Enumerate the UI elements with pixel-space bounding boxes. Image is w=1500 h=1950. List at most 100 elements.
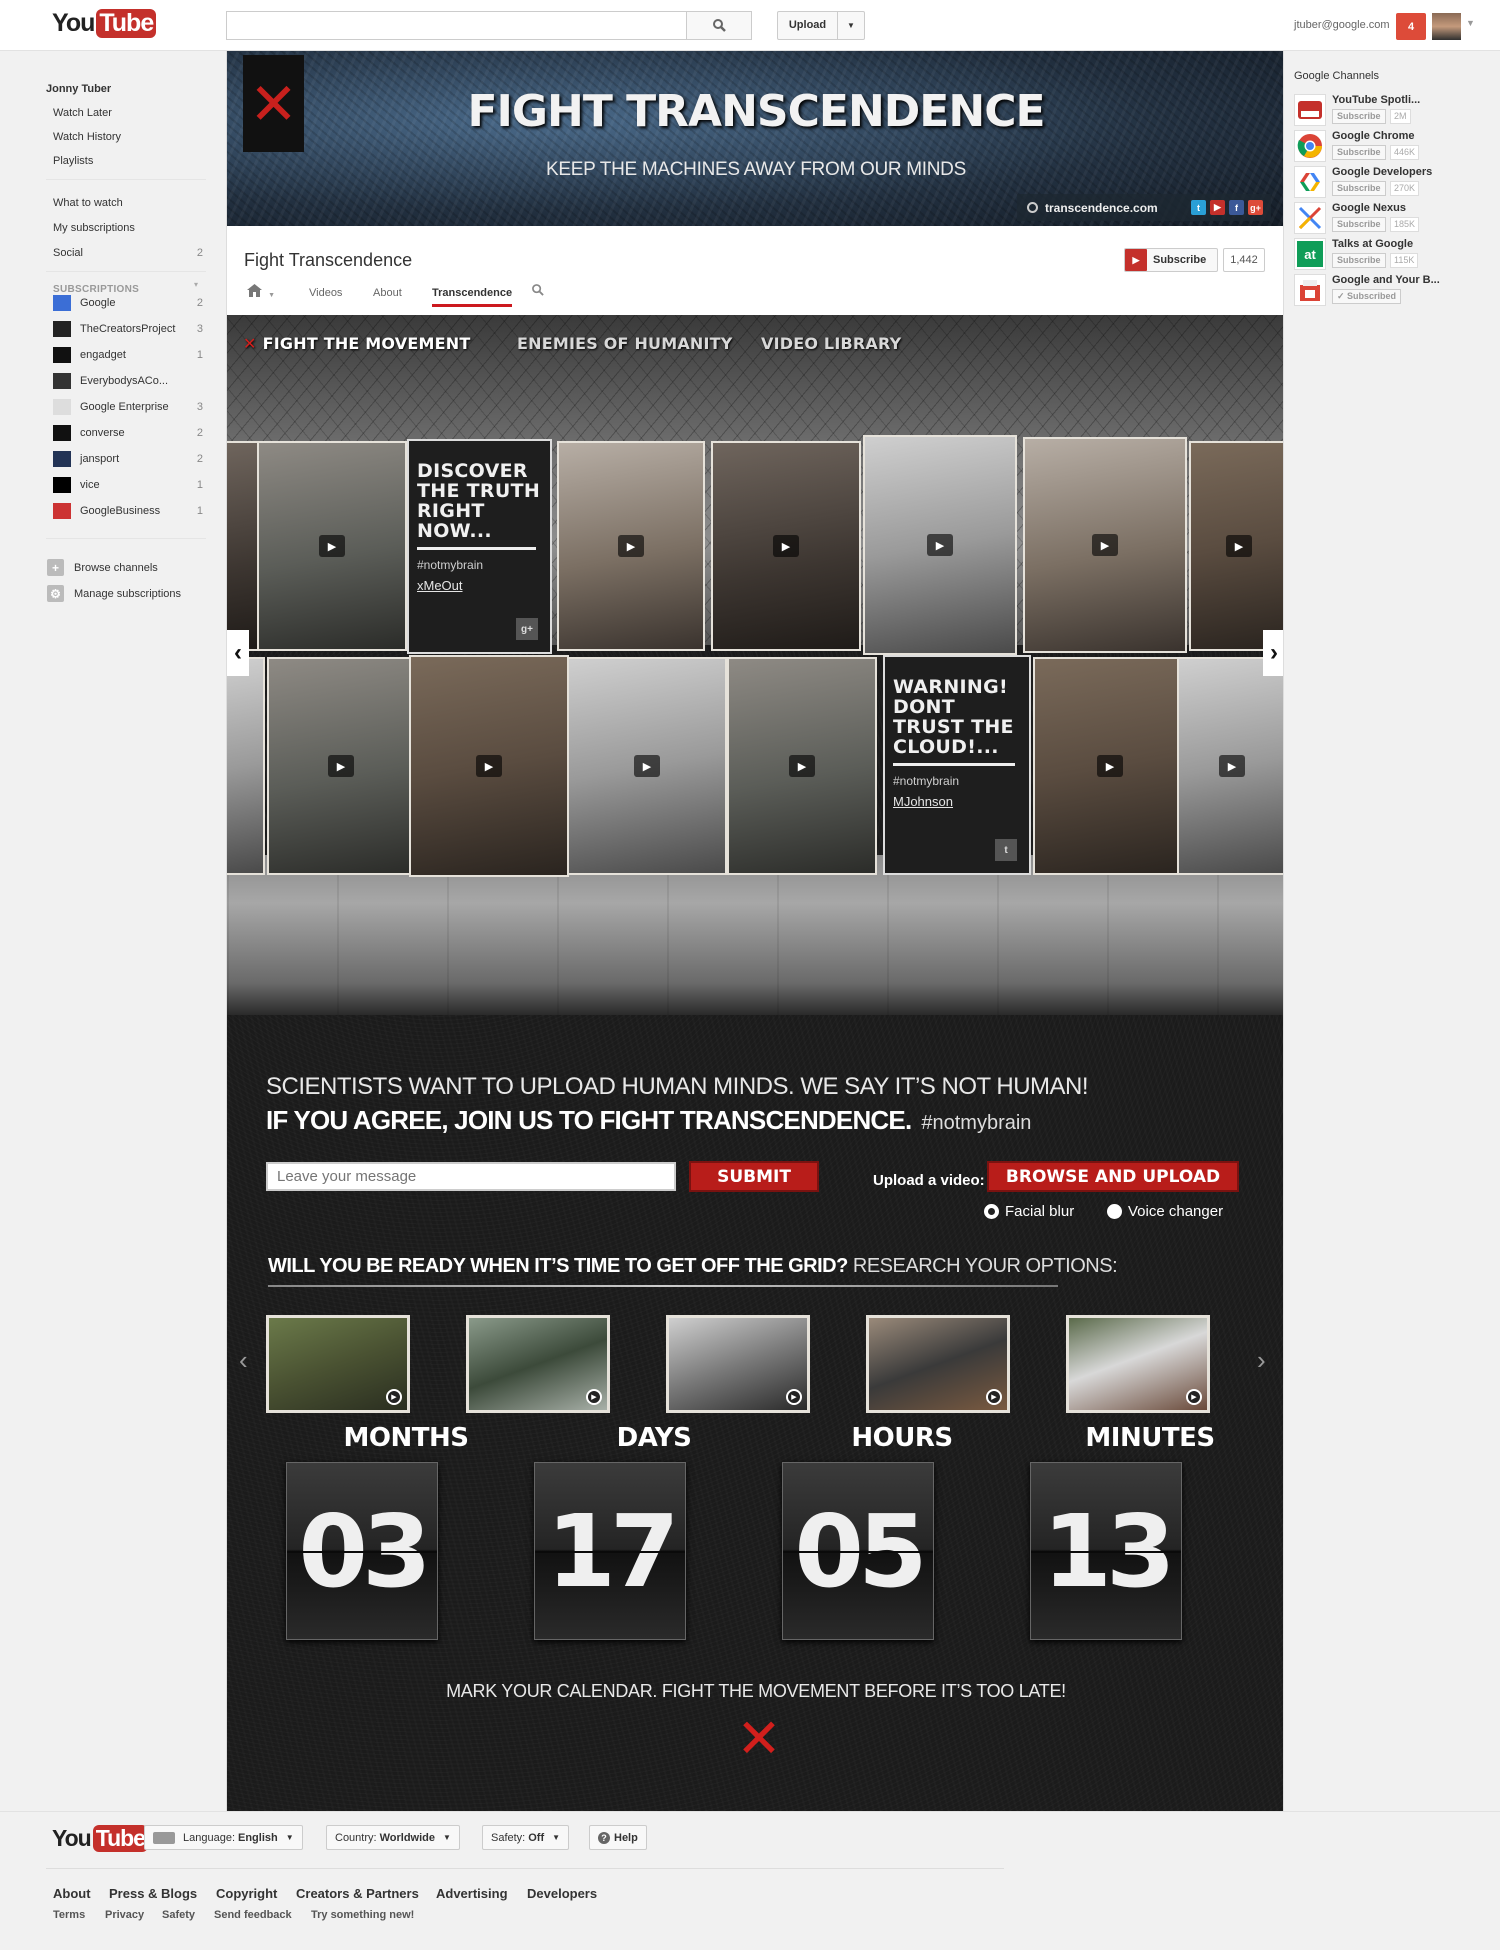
footer-link[interactable]: Safety	[162, 1909, 195, 1921]
google-business-logo[interactable]	[1294, 274, 1326, 306]
footer-link[interactable]: Creators & Partners	[296, 1886, 419, 1901]
guide-my-subscriptions[interactable]: My subscriptions	[53, 222, 135, 234]
manage-subscriptions-link[interactable]: ⚙ Manage subscriptions	[47, 585, 181, 602]
related-channel-item[interactable]: YouTube Spotli... Subscribe 2M	[1294, 94, 1494, 130]
video-tile[interactable]: ▶	[1189, 441, 1283, 651]
option-video-thumbnail[interactable]: ▶	[866, 1315, 1010, 1413]
footer-link[interactable]: Privacy	[105, 1909, 144, 1921]
twitter-icon[interactable]: t	[1191, 200, 1206, 215]
app-nav-video-library[interactable]: VIDEO LIBRARY	[761, 334, 901, 353]
footer-link[interactable]: Try something new!	[311, 1909, 414, 1921]
related-channel-name[interactable]: Google and Your B...	[1332, 274, 1440, 286]
account-email[interactable]: jtuber@google.com	[1294, 19, 1390, 31]
related-channel-name[interactable]: Google Chrome	[1332, 130, 1415, 142]
guide-what-to-watch[interactable]: What to watch	[53, 197, 123, 209]
submit-button[interactable]: SUBMIT	[689, 1161, 819, 1192]
tab-home[interactable]: ▼	[247, 284, 275, 300]
video-tile[interactable]: ▶	[711, 441, 861, 651]
option-video-thumbnail[interactable]: ▶	[466, 1315, 610, 1413]
subscription-item[interactable]: GoogleBusiness 1	[53, 502, 203, 520]
carousel-next-arrow[interactable]: ›	[1263, 630, 1283, 676]
nexus-logo[interactable]	[1294, 202, 1326, 234]
carousel-prev-arrow[interactable]: ‹	[227, 630, 249, 676]
options-prev-arrow[interactable]: ‹	[239, 1345, 248, 1376]
upload-button[interactable]: Upload ▼	[777, 11, 865, 40]
subscribe-button[interactable]: ▶ Subscribe	[1124, 248, 1218, 272]
browse-and-upload-button[interactable]: BROWSE AND UPLOAD	[987, 1161, 1239, 1192]
notification-badge[interactable]: 4	[1396, 13, 1426, 40]
subscription-item[interactable]: Google Enterprise 3	[53, 398, 203, 416]
subscription-item[interactable]: EverybodysACo...	[53, 372, 203, 390]
youtube-icon[interactable]: ▶	[1210, 200, 1225, 215]
message-card[interactable]: DISCOVER THE TRUTH RIGHT NOW... #notmybr…	[407, 439, 552, 654]
video-tile[interactable]: ▶	[1023, 437, 1187, 653]
subscription-item[interactable]: engadget 1	[53, 346, 203, 364]
subscription-item[interactable]: vice 1	[53, 476, 203, 494]
tab-search[interactable]	[532, 284, 544, 299]
subscription-item[interactable]: Google 2	[53, 294, 203, 312]
related-channel-item[interactable]: Google Developers Subscribe 270K	[1294, 166, 1494, 202]
footer-link[interactable]: Copyright	[216, 1886, 277, 1901]
app-nav-fight-the-movement[interactable]: ✕ FIGHT THE MOVEMENT	[243, 334, 470, 353]
related-channel-subscribe-button[interactable]: Subscribe	[1332, 145, 1386, 160]
tab-about[interactable]: About	[373, 287, 402, 299]
message-card-user[interactable]: MJohnson	[893, 794, 1021, 809]
related-channel-name[interactable]: Talks at Google	[1332, 238, 1413, 250]
related-channel-subscribe-button[interactable]: Subscribe	[1332, 217, 1386, 232]
chevron-down-icon[interactable]: ▼	[1466, 18, 1475, 28]
language-button[interactable]: Language: English ▼	[144, 1825, 303, 1850]
subscription-item[interactable]: jansport 2	[53, 450, 203, 468]
google-developers-logo[interactable]	[1294, 166, 1326, 198]
subscription-item[interactable]: TheCreatorsProject 3	[53, 320, 203, 338]
related-channel-subscribe-button[interactable]: Subscribe	[1332, 181, 1386, 196]
option-video-thumbnail[interactable]: ▶	[666, 1315, 810, 1413]
tab-transcendence[interactable]: Transcendence	[432, 287, 513, 307]
footer-link[interactable]: Terms	[53, 1909, 85, 1921]
related-channel-item[interactable]: Google and Your B... ✓ Subscribed	[1294, 274, 1494, 310]
video-tile[interactable]: ▶	[1033, 657, 1187, 875]
chrome-logo[interactable]	[1294, 130, 1326, 162]
video-tile[interactable]	[227, 441, 259, 651]
message-card[interactable]: WARNING! DONT TRUST THE CLOUD!... #notmy…	[883, 655, 1031, 875]
footer-link[interactable]: Developers	[527, 1886, 597, 1901]
app-nav-enemies-of-humanity[interactable]: ENEMIES OF HUMANITY	[517, 334, 733, 353]
youtube-spotlight-logo[interactable]	[1294, 94, 1326, 126]
footer-link[interactable]: Send feedback	[214, 1909, 292, 1921]
video-tile[interactable]	[227, 657, 265, 875]
facebook-icon[interactable]: f	[1229, 200, 1244, 215]
tab-videos[interactable]: Videos	[309, 287, 342, 299]
footer-youtube-logo[interactable]: You Tube	[52, 1825, 148, 1852]
video-tile[interactable]: ▶	[267, 657, 415, 875]
search-button[interactable]	[686, 11, 752, 40]
guide-playlists[interactable]: Playlists	[53, 155, 93, 167]
chevron-down-icon[interactable]: ▼	[838, 21, 864, 30]
related-channel-name[interactable]: Google Nexus	[1332, 202, 1406, 214]
guide-watch-later[interactable]: Watch Later	[53, 107, 112, 119]
option-video-thumbnail[interactable]: ▶	[1066, 1315, 1210, 1413]
guide-watch-history[interactable]: Watch History	[53, 131, 121, 143]
search-input[interactable]	[226, 11, 687, 40]
video-tile[interactable]: ▶	[1177, 657, 1283, 875]
message-card-user[interactable]: xMeOut	[417, 578, 542, 593]
chevron-down-icon[interactable]: ▾	[194, 280, 198, 289]
guide-social[interactable]: Social 2	[53, 247, 203, 259]
related-channel-subscribe-button[interactable]: Subscribe	[1332, 253, 1386, 268]
options-next-arrow[interactable]: ›	[1257, 1345, 1266, 1376]
help-button[interactable]: ? Help	[589, 1825, 647, 1850]
option-video-thumbnail[interactable]: ▶	[266, 1315, 410, 1413]
youtube-logo[interactable]: You Tube	[52, 9, 157, 38]
related-channel-name[interactable]: Google Developers	[1332, 166, 1432, 178]
message-input[interactable]	[266, 1162, 676, 1191]
website-link[interactable]: transcendence.com	[1045, 201, 1158, 215]
related-channel-item[interactable]: Google Chrome Subscribe 446K	[1294, 130, 1494, 166]
safety-button[interactable]: Safety: Off ▼	[482, 1825, 570, 1850]
google-plus-icon[interactable]: g+	[1248, 200, 1263, 215]
related-channel-item[interactable]: Google Nexus Subscribe 185K	[1294, 202, 1494, 238]
browse-channels-link[interactable]: + Browse channels	[47, 559, 158, 576]
video-tile[interactable]: ▶	[409, 655, 569, 877]
related-channel-item[interactable]: at Talks at Google Subscribe 115K	[1294, 238, 1494, 274]
talks-at-google-logo[interactable]: at	[1294, 238, 1326, 270]
footer-link[interactable]: About	[53, 1886, 91, 1901]
video-tile[interactable]: ▶	[727, 657, 877, 875]
guide-user-name[interactable]: Jonny Tuber	[46, 83, 111, 95]
